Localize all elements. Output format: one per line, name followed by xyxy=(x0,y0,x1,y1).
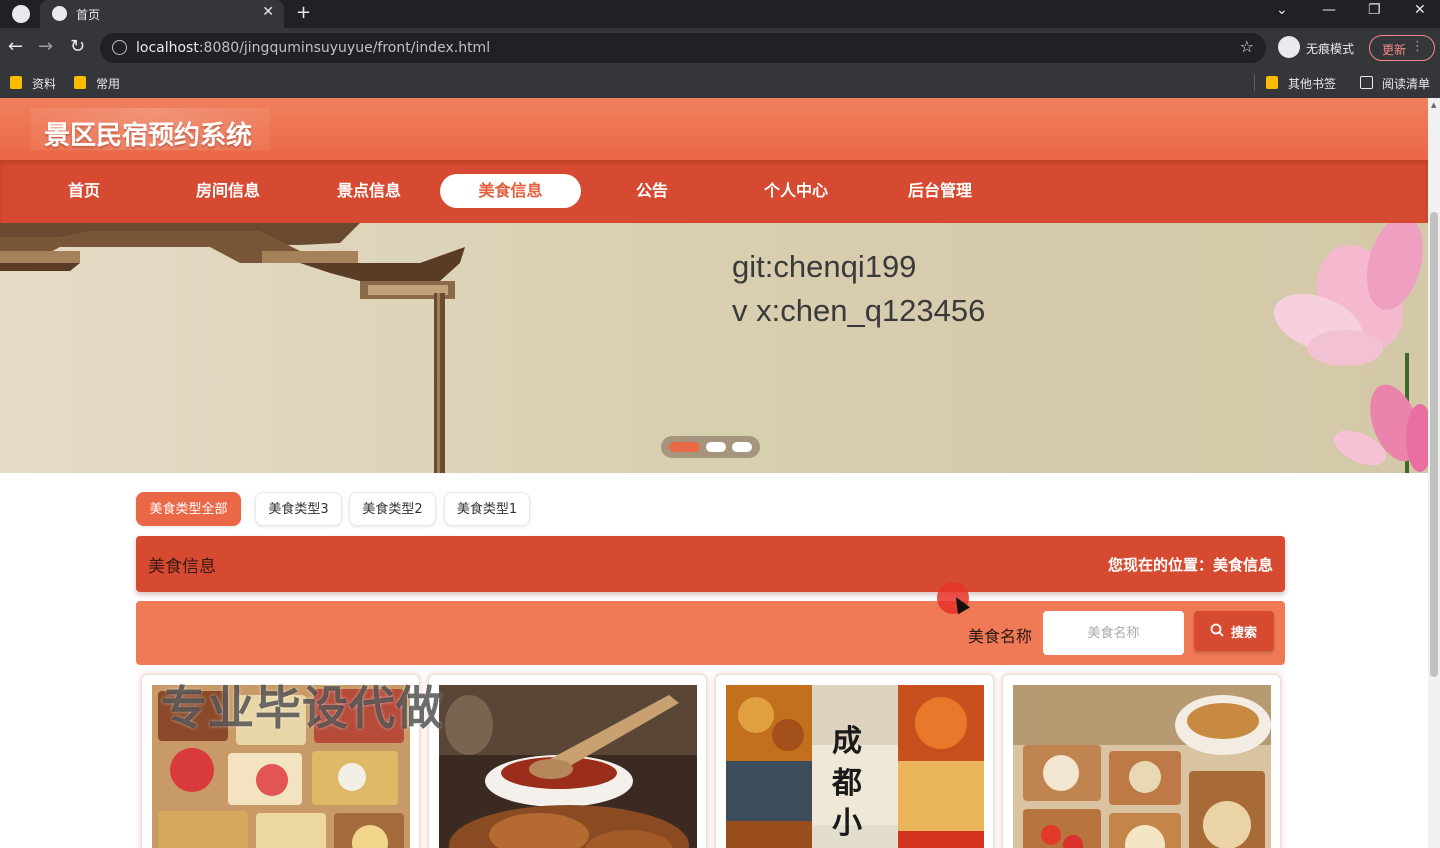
dim-sum-tray-photo xyxy=(1013,685,1271,848)
browser-tab-strip: 首页 ✕ + ⌄ — ❐ ✕ xyxy=(0,0,1440,28)
bookmark-label: 资料 xyxy=(32,77,57,91)
bookmarks-bar: 资料 常用 其他书签 阅读清单 xyxy=(0,68,1440,98)
nav-item-notices[interactable]: 公告 xyxy=(582,174,722,208)
folder-icon xyxy=(74,76,86,89)
bookmarks-divider xyxy=(1254,75,1255,91)
forward-icon[interactable]: → xyxy=(38,36,53,57)
nav-item-profile[interactable]: 个人中心 xyxy=(726,174,866,208)
minimize-icon[interactable]: — xyxy=(1322,2,1336,18)
nav-item-rooms[interactable]: 房间信息 xyxy=(158,174,298,208)
main-nav: 首页 房间信息 景点信息 美食信息 公告 个人中心 后台管理 xyxy=(0,160,1428,223)
address-bar[interactable]: localhost:8080/jingquminsuyuyue/front/in… xyxy=(100,33,1266,63)
overlay-char-2: 都 xyxy=(831,766,862,801)
browser-tab[interactable]: 首页 ✕ xyxy=(40,0,284,28)
carousel-dot-3[interactable] xyxy=(732,442,752,452)
breadcrumb: 您现在的位置：美食信息 xyxy=(1107,556,1273,574)
food-image-chengdu[interactable]: 成 都 小 xyxy=(726,685,984,848)
bookmark-label: 其他书签 xyxy=(1288,77,1337,91)
nav-item-food[interactable]: 美食信息 xyxy=(440,174,581,208)
bookmark-label: 常用 xyxy=(96,77,121,91)
carousel-indicators xyxy=(661,436,760,458)
reading-list-icon xyxy=(1360,76,1373,89)
category-type-2[interactable]: 美食类型2 xyxy=(349,492,436,526)
scrollbar-thumb[interactable] xyxy=(1430,212,1438,677)
search-icon xyxy=(1210,623,1224,637)
browser-menu-icon[interactable] xyxy=(12,5,30,23)
nav-item-attractions[interactable]: 景点信息 xyxy=(299,174,439,208)
reload-icon[interactable]: ↻ xyxy=(70,36,85,57)
close-tab-icon[interactable]: ✕ xyxy=(262,4,274,20)
scroll-up-arrow-icon[interactable]: ▲ xyxy=(1431,101,1436,109)
food-card[interactable] xyxy=(428,674,707,848)
search-field-label: 美食名称 xyxy=(968,627,1033,646)
globe-icon xyxy=(52,6,67,21)
page-scrollbar[interactable]: ▲ xyxy=(1428,98,1440,848)
bookmark-label: 阅读清单 xyxy=(1382,77,1431,91)
bookmark-star-icon[interactable]: ☆ xyxy=(1240,37,1254,56)
search-panel: 美食名称 搜索 xyxy=(136,601,1285,665)
category-type-3[interactable]: 美食类型3 xyxy=(255,492,342,526)
nav-item-home[interactable]: 首页 xyxy=(14,174,154,208)
banner-line-2: v x:chen_q123456 xyxy=(732,293,986,328)
close-window-icon[interactable]: ✕ xyxy=(1414,2,1426,18)
food-name-search-input[interactable] xyxy=(1043,611,1184,655)
more-vert-icon: ⋮ xyxy=(1411,39,1424,54)
search-button-label: 搜索 xyxy=(1231,626,1258,641)
food-card[interactable]: 成 都 小 xyxy=(715,674,994,848)
incognito-label: 无痕模式 xyxy=(1306,42,1355,56)
search-button[interactable]: 搜索 xyxy=(1194,611,1274,651)
food-image-dimsum[interactable] xyxy=(1013,685,1271,848)
restore-icon[interactable]: ❐ xyxy=(1368,2,1381,18)
overlay-char-1: 成 xyxy=(832,724,862,759)
category-type-1[interactable]: 美食类型1 xyxy=(444,492,530,526)
food-image-roast[interactable] xyxy=(439,685,697,848)
back-icon[interactable]: ← xyxy=(8,36,23,57)
carousel-dot-1[interactable] xyxy=(669,442,700,452)
incognito-icon xyxy=(1278,36,1300,58)
category-all[interactable]: 美食类型全部 xyxy=(136,492,241,526)
tab-search-icon[interactable]: ⌄ xyxy=(1276,2,1288,18)
roast-meat-spoon-photo xyxy=(439,685,697,848)
url-text[interactable]: localhost:8080/jingquminsuyuyue/front/in… xyxy=(136,40,490,56)
page-content: 景区民宿预约系统 首页 房间信息 景点信息 美食信息 公告 个人中心 后台管理 xyxy=(0,98,1428,848)
hero-carousel[interactable]: git:chenqi199 v x:chen_q123456 xyxy=(0,223,1428,473)
site-info-icon[interactable] xyxy=(112,40,127,55)
site-logo[interactable]: 景区民宿预约系统 xyxy=(30,108,270,151)
update-label: 更新 xyxy=(1382,43,1407,57)
food-card[interactable] xyxy=(1002,674,1281,848)
carousel-dot-2[interactable] xyxy=(706,442,726,452)
folder-icon xyxy=(1266,76,1278,89)
banner-line-1: git:chenqi199 xyxy=(732,249,917,284)
section-title: 美食信息 xyxy=(148,557,216,577)
update-button[interactable]: 更新 ⋮ xyxy=(1369,35,1435,61)
tab-title: 首页 xyxy=(76,8,101,22)
chengdu-snacks-collage-photo: 成 都 小 xyxy=(726,685,984,848)
nav-item-admin[interactable]: 后台管理 xyxy=(870,174,1010,208)
site-title: 景区民宿预约系统 xyxy=(44,121,253,151)
watermark-text: 专业毕设代做 xyxy=(161,681,443,735)
new-tab-button[interactable]: + xyxy=(296,2,311,23)
site-header: 景区民宿预约系统 xyxy=(0,98,1428,160)
url-host: localhost xyxy=(136,40,199,56)
overlay-char-3: 小 xyxy=(832,806,862,841)
url-path: :8080/jingquminsuyuyue/front/index.html xyxy=(198,40,491,56)
browser-toolbar: ← → ↻ localhost:8080/jingquminsuyuyue/fr… xyxy=(0,28,1440,68)
folder-icon xyxy=(10,76,22,89)
section-title-bar: 美食信息 您现在的位置：美食信息 xyxy=(136,536,1285,592)
